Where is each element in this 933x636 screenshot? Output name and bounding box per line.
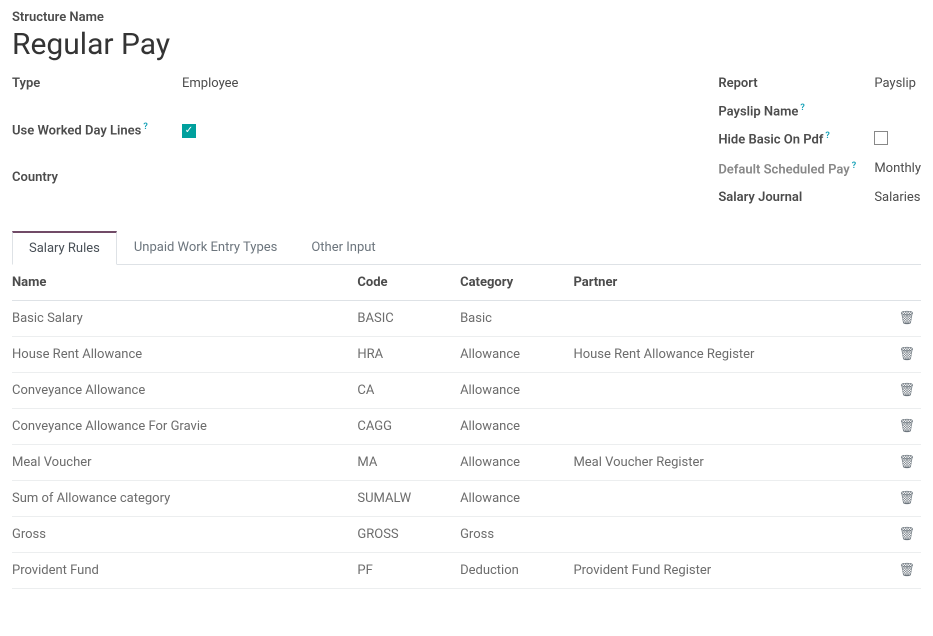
trash-icon[interactable]: 🗑 [898, 419, 915, 434]
cell-category: Deduction [460, 552, 573, 588]
checkbox-checked-icon: ✓ [182, 124, 196, 138]
table-row[interactable]: Conveyance AllowanceCAAllowance 🗑 [12, 372, 921, 408]
payslip-name-label: Payslip Name? [718, 103, 858, 119]
cell-code: HRA [357, 336, 460, 372]
help-icon[interactable]: ? [800, 103, 804, 113]
cell-code: MA [357, 444, 460, 480]
structure-name-label: Structure Name [12, 10, 921, 25]
hide-basic-label: Hide Basic On Pdf? [718, 131, 858, 147]
tab-unpaid-work-entry-types[interactable]: Unpaid Work Entry Types [117, 231, 294, 264]
trash-icon[interactable]: 🗑 [898, 455, 915, 470]
table-row[interactable]: Meal VoucherMAAllowanceMeal Voucher Regi… [12, 444, 921, 480]
type-value[interactable]: Employee [182, 76, 238, 91]
cell-partner: Meal Voucher Register [573, 444, 895, 480]
country-label: Country [12, 170, 162, 185]
table-row[interactable]: Provident FundPFDeductionProvident Fund … [12, 552, 921, 588]
cell-code: PF [357, 552, 460, 588]
trash-icon[interactable]: 🗑 [898, 383, 915, 398]
cell-category: Allowance [460, 408, 573, 444]
use-worked-text: Use Worked Day Lines [12, 124, 141, 139]
trash-icon[interactable]: 🗑 [898, 563, 915, 578]
cell-name: House Rent Allowance [12, 336, 357, 372]
cell-partner [573, 372, 895, 408]
form-right-column: Report Payslip Payslip Name? Hide Basic … [718, 76, 921, 205]
col-name[interactable]: Name [12, 265, 357, 301]
type-label: Type [12, 76, 162, 91]
cell-category: Basic [460, 300, 573, 336]
salary-journal-value[interactable]: Salaries [874, 190, 921, 205]
table-header-row: Name Code Category Partner [12, 265, 921, 301]
cell-code: CA [357, 372, 460, 408]
cell-name: Basic Salary [12, 300, 357, 336]
table-row[interactable]: Sum of Allowance categorySUMALWAllowance… [12, 480, 921, 516]
trash-icon[interactable]: 🗑 [898, 527, 915, 542]
table-row[interactable]: Basic SalaryBASICBasic 🗑 [12, 300, 921, 336]
col-category[interactable]: Category [460, 265, 573, 301]
tabs: Salary Rules Unpaid Work Entry Types Oth… [12, 231, 921, 265]
salary-rules-table: Name Code Category Partner Basic SalaryB… [12, 265, 921, 589]
tab-salary-rules[interactable]: Salary Rules [12, 231, 117, 265]
cell-name: Conveyance Allowance For Gravie [12, 408, 357, 444]
use-worked-day-lines-label: Use Worked Day Lines? [12, 122, 162, 138]
table-row[interactable]: GrossGROSSGross 🗑 [12, 516, 921, 552]
table-row[interactable]: House Rent AllowanceHRAAllowanceHouse Re… [12, 336, 921, 372]
structure-name-value[interactable]: Regular Pay [12, 27, 921, 62]
cell-category: Allowance [460, 372, 573, 408]
report-label: Report [718, 76, 858, 91]
cell-category: Allowance [460, 480, 573, 516]
cell-partner [573, 408, 895, 444]
col-action [895, 265, 921, 301]
hide-basic-checkbox[interactable] [874, 131, 921, 149]
cell-partner [573, 300, 895, 336]
cell-name: Conveyance Allowance [12, 372, 357, 408]
trash-icon[interactable]: 🗑 [898, 491, 915, 506]
cell-code: BASIC [357, 300, 460, 336]
hide-basic-text: Hide Basic On Pdf [718, 133, 823, 148]
checkbox-unchecked-icon [874, 131, 888, 145]
report-value[interactable]: Payslip [874, 76, 921, 91]
help-icon[interactable]: ? [825, 131, 829, 141]
cell-partner: House Rent Allowance Register [573, 336, 895, 372]
cell-partner [573, 480, 895, 516]
use-worked-day-lines-checkbox[interactable]: ✓ [182, 122, 238, 138]
cell-category: Gross [460, 516, 573, 552]
form-area: Type Employee Use Worked Day Lines? ✓ Co… [12, 76, 921, 205]
payslip-name-text: Payslip Name [718, 104, 798, 119]
trash-icon[interactable]: 🗑 [898, 347, 915, 362]
cell-name: Meal Voucher [12, 444, 357, 480]
cell-partner [573, 516, 895, 552]
cell-code: CAGG [357, 408, 460, 444]
default-scheduled-pay-value[interactable]: Monthly [874, 161, 921, 176]
cell-category: Allowance [460, 444, 573, 480]
default-sched-text: Default Scheduled Pay [718, 163, 849, 178]
default-scheduled-pay-label: Default Scheduled Pay? [718, 161, 858, 177]
help-icon[interactable]: ? [143, 122, 147, 132]
cell-name: Gross [12, 516, 357, 552]
cell-partner: Provident Fund Register [573, 552, 895, 588]
col-partner[interactable]: Partner [573, 265, 895, 301]
salary-journal-label: Salary Journal [718, 190, 858, 205]
form-left-column: Type Employee Use Worked Day Lines? ✓ Co… [12, 76, 238, 205]
cell-code: GROSS [357, 516, 460, 552]
cell-code: SUMALW [357, 480, 460, 516]
table-row[interactable]: Conveyance Allowance For GravieCAGGAllow… [12, 408, 921, 444]
col-code[interactable]: Code [357, 265, 460, 301]
cell-name: Provident Fund [12, 552, 357, 588]
cell-name: Sum of Allowance category [12, 480, 357, 516]
cell-category: Allowance [460, 336, 573, 372]
tab-other-input[interactable]: Other Input [294, 231, 392, 264]
help-icon[interactable]: ? [852, 161, 856, 171]
trash-icon[interactable]: 🗑 [898, 311, 915, 326]
